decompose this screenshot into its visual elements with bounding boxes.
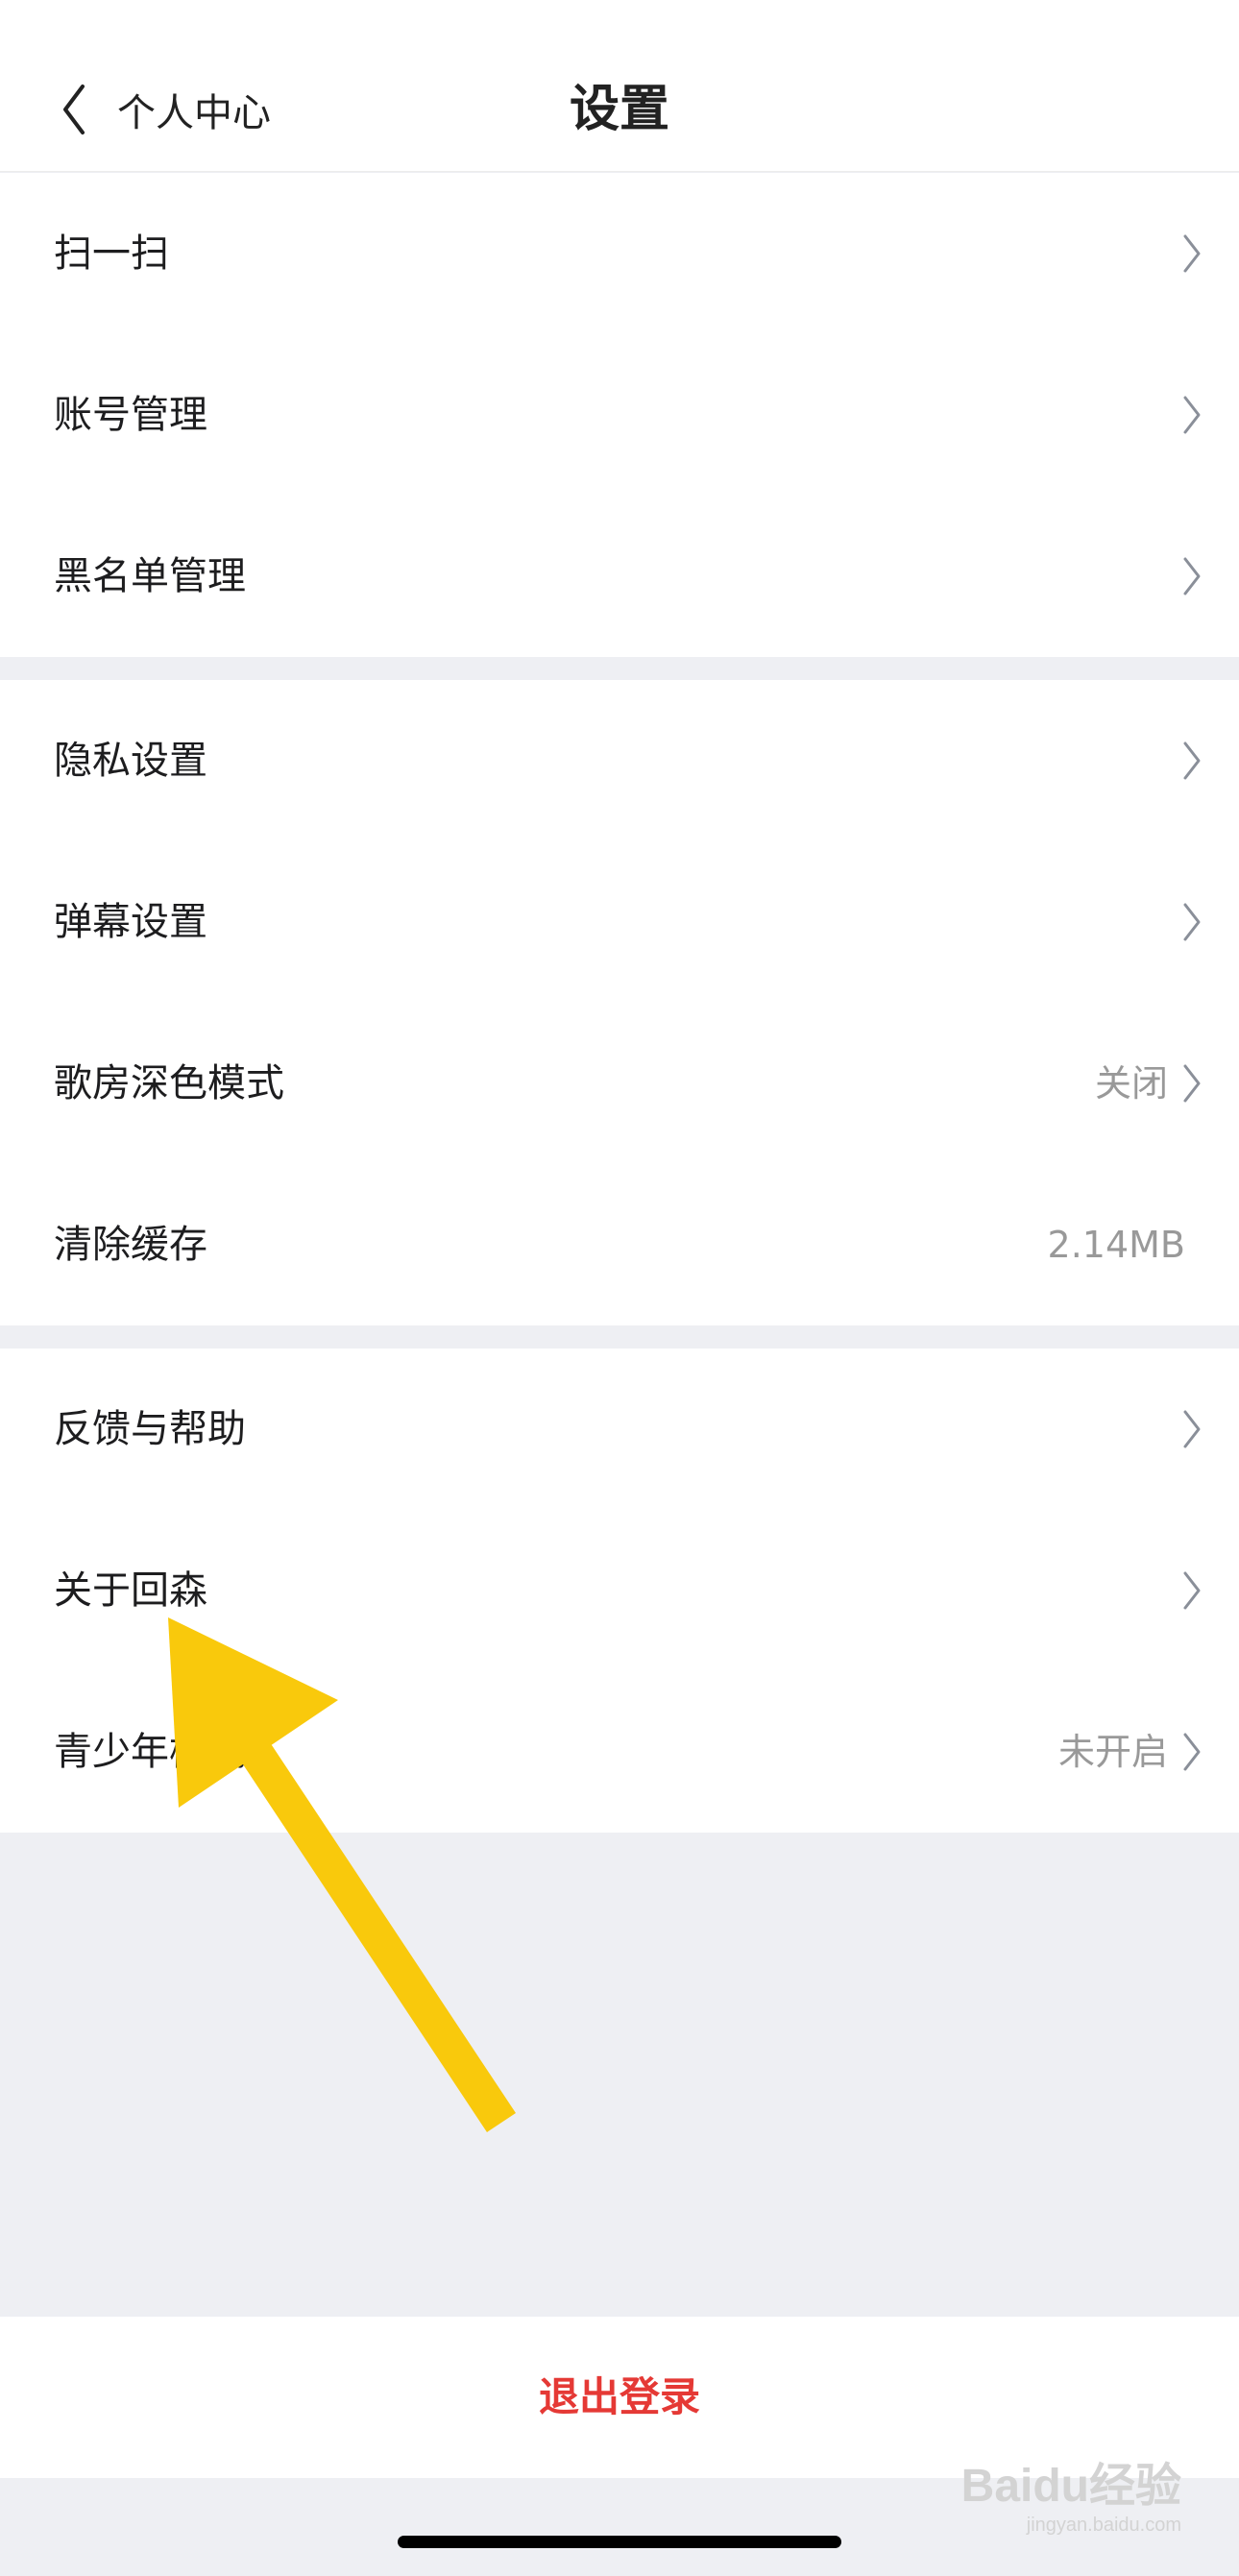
row-label: 反馈与帮助 — [54, 1407, 246, 1451]
row-clear-cache[interactable]: 清除缓存 2.14MB — [0, 1164, 1239, 1325]
row-label: 隐私设置 — [54, 739, 207, 783]
row-blacklist-management[interactable]: 黑名单管理 — [0, 496, 1239, 657]
row-label: 弹幕设置 — [54, 900, 207, 944]
row-privacy-settings[interactable]: 隐私设置 — [0, 680, 1239, 841]
chevron-right-icon — [1183, 396, 1201, 434]
row-label: 关于回森 — [54, 1568, 207, 1613]
navigation-bar: 个人中心 设置 — [0, 0, 1239, 172]
chevron-right-icon — [1183, 1410, 1201, 1448]
chevron-right-icon — [1183, 1733, 1201, 1771]
chevron-right-icon — [1183, 234, 1201, 273]
row-value: 未开启 — [1057, 1731, 1168, 1773]
row-label: 歌房深色模式 — [54, 1061, 284, 1106]
row-account-management[interactable]: 账号管理 — [0, 334, 1239, 496]
chevron-right-icon — [1183, 741, 1201, 780]
row-label: 青少年模式 — [54, 1730, 246, 1774]
page-title: 设置 — [569, 81, 669, 138]
home-indicator — [398, 2536, 841, 2548]
row-about[interactable]: 关于回森 — [0, 1510, 1239, 1671]
settings-group-1: 扫一扫 账号管理 黑名单管理 — [0, 173, 1239, 657]
chevron-right-icon — [1183, 903, 1201, 941]
settings-group-2: 隐私设置 弹幕设置 歌房深色模式 关闭 清除缓存 2.14MB — [0, 680, 1239, 1325]
row-label: 账号管理 — [54, 393, 207, 437]
watermark-logo: Baidu经验 — [960, 2461, 1181, 2512]
row-label: 扫一扫 — [54, 231, 169, 276]
settings-group-3: 反馈与帮助 关于回森 青少年模式 未开启 — [0, 1349, 1239, 1833]
row-feedback-help[interactable]: 反馈与帮助 — [0, 1349, 1239, 1510]
row-value: 关闭 — [1094, 1062, 1168, 1105]
watermark: Baidu经验 jingyan.baidu.com — [961, 2447, 1181, 2537]
row-scan[interactable]: 扫一扫 — [0, 173, 1239, 334]
cache-size-value: 2.14MB — [1047, 1224, 1185, 1266]
chevron-right-icon — [1183, 1064, 1201, 1103]
row-label: 清除缓存 — [54, 1223, 207, 1267]
row-teen-mode[interactable]: 青少年模式 未开启 — [0, 1671, 1239, 1833]
row-danmaku-settings[interactable]: 弹幕设置 — [0, 841, 1239, 1003]
row-dark-mode[interactable]: 歌房深色模式 关闭 — [0, 1003, 1239, 1164]
chevron-right-icon — [1183, 1571, 1201, 1610]
chevron-right-icon — [1183, 557, 1201, 595]
watermark-url: jingyan.baidu.com — [1026, 2515, 1181, 2536]
row-label: 黑名单管理 — [54, 554, 246, 598]
